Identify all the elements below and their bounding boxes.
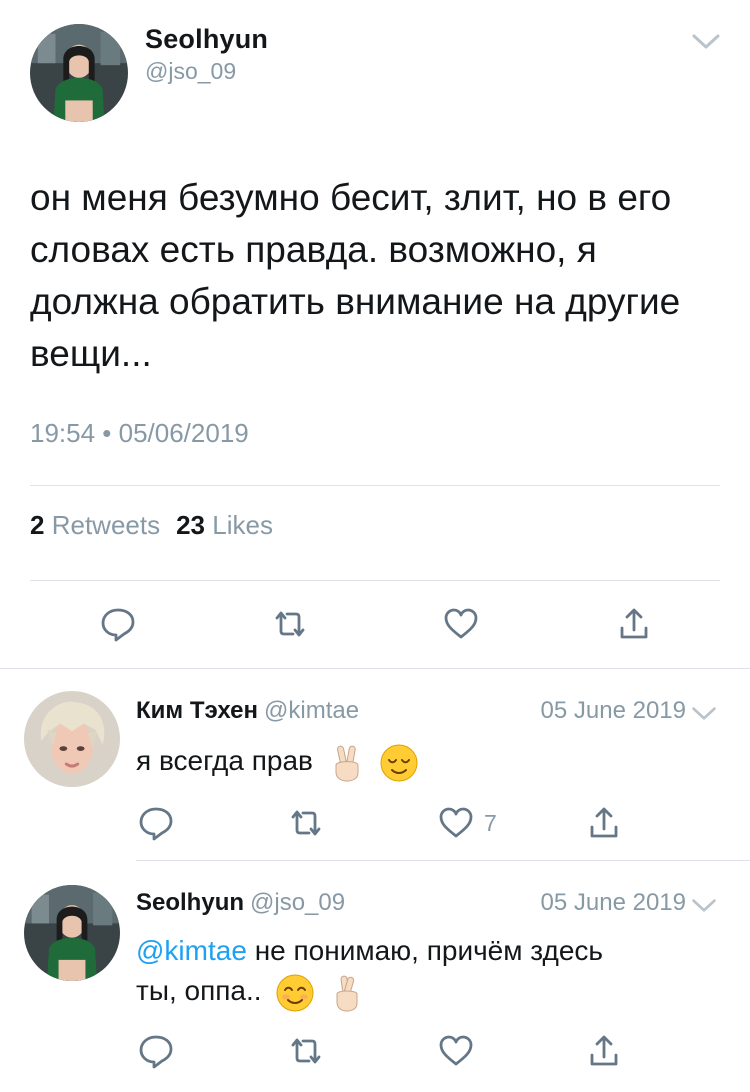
likes-stat[interactable]: 23 Likes xyxy=(176,510,273,540)
reply-text: я всегда прав xyxy=(136,741,726,783)
like-button[interactable] xyxy=(441,604,481,644)
chevron-down-icon[interactable] xyxy=(690,30,722,54)
reply-tweet[interactable]: Ким Тэхен @kimtae 05 June 2019 я всегда п… xyxy=(0,669,750,860)
reply-text: @kimtae не понимаю, причём здесь ты, опп… xyxy=(136,931,726,1013)
reply-header: Ким Тэхен @kimtae xyxy=(136,697,359,725)
like-icon xyxy=(441,604,481,644)
author-name[interactable]: Ким Тэхен xyxy=(136,697,258,724)
like-count: 7 xyxy=(484,809,497,836)
reply-icon xyxy=(98,604,138,644)
retweet-icon xyxy=(286,1031,326,1071)
main-tweet: Seolhyun @jso_09 он меня безумно бесит, … xyxy=(0,0,750,668)
share-icon xyxy=(584,1031,624,1071)
retweets-label: Retweets xyxy=(51,510,161,540)
retweet-button[interactable] xyxy=(286,1031,326,1071)
share-button[interactable] xyxy=(584,1031,624,1071)
like-button[interactable] xyxy=(436,1031,476,1071)
retweets-count: 2 xyxy=(30,510,45,540)
relieved-face-emoji xyxy=(379,743,419,783)
avatar[interactable] xyxy=(30,24,128,122)
author-handle[interactable]: @kimtae xyxy=(264,697,359,724)
like-icon xyxy=(436,803,476,843)
tweet-text: он меня безумно бесит, злит, но в его сл… xyxy=(30,177,681,374)
share-icon xyxy=(614,604,654,644)
reply-button[interactable] xyxy=(136,803,176,843)
avatar[interactable] xyxy=(24,691,120,787)
like-icon xyxy=(436,1031,476,1071)
tweet-stats: 2 Retweets 23 Likes xyxy=(30,510,273,541)
share-icon xyxy=(584,803,624,843)
likes-count: 23 xyxy=(176,510,206,540)
share-button[interactable] xyxy=(614,604,654,644)
like-button[interactable]: 7 xyxy=(436,803,497,843)
tweet-actions xyxy=(0,600,750,650)
share-button[interactable] xyxy=(584,803,624,843)
reply-text-line1: не понимаю, причём здесь xyxy=(254,935,604,966)
reply-header: Seolhyun @jso_09 xyxy=(136,889,345,917)
author-handle[interactable]: @jso_09 xyxy=(250,889,345,916)
reply-text-line2: ты, оппа.. xyxy=(136,975,262,1006)
crossed-fingers-emoji xyxy=(327,973,367,1013)
reply-text-content: я всегда прав xyxy=(136,745,313,776)
reply-tweet[interactable]: Seolhyun @jso_09 05 June 2019 @kimtae не … xyxy=(0,861,750,1092)
divider xyxy=(30,485,720,486)
retweet-button[interactable] xyxy=(286,803,326,843)
author-name[interactable]: Seolhyun xyxy=(145,24,268,55)
chevron-down-icon[interactable] xyxy=(690,703,718,723)
smiling-face-emoji xyxy=(275,973,315,1013)
reply-date: 05 June 2019 xyxy=(540,889,686,916)
retweets-stat[interactable]: 2 Retweets xyxy=(30,510,160,540)
divider xyxy=(30,580,720,581)
retweet-button[interactable] xyxy=(270,604,310,644)
victory-hand-emoji xyxy=(327,743,367,783)
reply-icon xyxy=(136,1031,176,1071)
mention-link[interactable]: @kimtae xyxy=(136,935,247,966)
chevron-down-icon[interactable] xyxy=(690,895,718,915)
avatar[interactable] xyxy=(24,885,120,981)
retweet-icon xyxy=(286,803,326,843)
reply-button[interactable] xyxy=(136,1031,176,1071)
tweet-timestamp: 19:54 • 05/06/2019 xyxy=(30,418,249,448)
likes-label: Likes xyxy=(212,510,273,540)
author-handle[interactable]: @jso_09 xyxy=(145,58,236,85)
author-name[interactable]: Seolhyun xyxy=(136,889,244,916)
retweet-icon xyxy=(270,604,310,644)
reply-date: 05 June 2019 xyxy=(540,697,686,724)
reply-icon xyxy=(136,803,176,843)
reply-button[interactable] xyxy=(98,604,138,644)
